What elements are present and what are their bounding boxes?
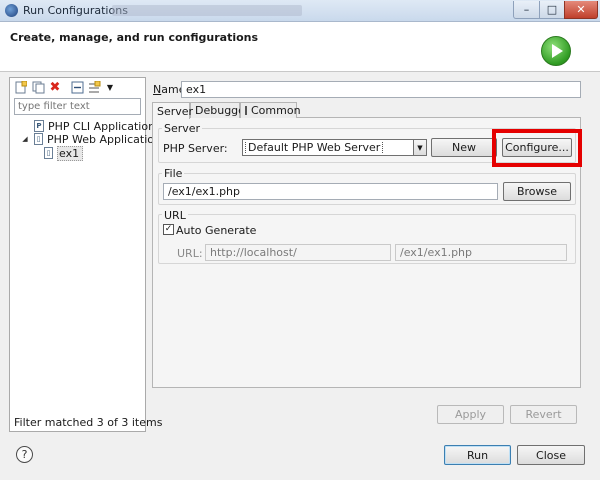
file-path-field[interactable] — [163, 183, 498, 200]
apply-button[interactable]: Apply — [437, 405, 504, 424]
php-cli-icon: P — [34, 120, 44, 132]
php-server-label: PHP Server: — [163, 142, 228, 155]
filter-input[interactable] — [14, 98, 141, 115]
eclipse-icon — [5, 4, 18, 17]
close-button[interactable]: Close — [517, 445, 585, 465]
delete-icon[interactable]: ✖ — [48, 80, 62, 95]
tab-server[interactable]: Server — [152, 102, 193, 119]
close-window-button[interactable]: ✕ — [564, 1, 598, 19]
tree-item-php-cli[interactable]: P PHP CLI Application — [20, 119, 155, 133]
tree-item-label: ex1 — [57, 145, 84, 161]
maximize-button[interactable]: □ — [539, 1, 565, 19]
url-group-title: URL — [162, 209, 188, 222]
filter-icon[interactable] — [87, 80, 101, 94]
url-base-field — [205, 244, 391, 261]
tab-common[interactable]: Common — [240, 102, 301, 118]
php-server-value: Default PHP Web Server — [244, 141, 384, 154]
filter-status: Filter matched 3 of 3 items — [14, 416, 163, 429]
tree-item-label: PHP Web Application — [47, 132, 161, 146]
tab-label: Common — [251, 104, 301, 117]
view-menu-chevron-down-icon[interactable]: ▼ — [103, 80, 117, 94]
run-button[interactable]: Run — [444, 445, 511, 465]
tab-debugger[interactable]: Debugger — [190, 102, 249, 118]
minimize-button[interactable]: – — [513, 1, 540, 19]
auto-generate-checkbox[interactable]: ✓ — [163, 224, 174, 235]
collapse-all-icon[interactable] — [70, 80, 84, 94]
duplicate-icon[interactable] — [31, 80, 45, 94]
server-group-title: Server — [162, 122, 203, 135]
header-title: Create, manage, and run configurations — [10, 31, 259, 44]
php-server-select[interactable]: Default PHP Web Server — [242, 139, 427, 156]
url-path-field — [395, 244, 567, 261]
tree-item-php-web[interactable]: ◢ ▯ PHP Web Application — [20, 132, 161, 146]
new-server-button[interactable]: New — [431, 138, 497, 157]
help-icon[interactable]: ? — [16, 446, 33, 463]
name-field[interactable] — [181, 81, 581, 98]
revert-button[interactable]: Revert — [510, 405, 577, 424]
browse-button[interactable]: Browse — [503, 182, 571, 201]
url-label: URL: — [177, 247, 203, 260]
dialog-header — [0, 22, 600, 72]
tree-item-ex1[interactable]: ▯ ex1 — [44, 145, 84, 161]
run-icon — [541, 36, 571, 66]
auto-generate-label: Auto Generate — [176, 224, 257, 237]
common-tab-icon — [245, 106, 247, 115]
file-group-title: File — [162, 167, 185, 180]
tree-item-label: PHP CLI Application — [48, 119, 156, 133]
chevron-down-icon[interactable]: ▼ — [413, 139, 427, 156]
highlight-box — [492, 129, 582, 167]
expand-triangle-icon[interactable]: ◢ — [20, 135, 30, 143]
php-web-config-icon: ▯ — [44, 147, 53, 159]
php-web-icon: ▯ — [34, 133, 43, 145]
new-config-icon[interactable] — [14, 80, 28, 94]
blurred-title-region — [112, 5, 302, 16]
